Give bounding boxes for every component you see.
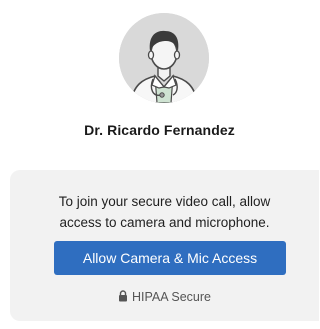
hipaa-secure-badge: HIPAA Secure	[10, 290, 319, 305]
video-call-permission-screen: Dr. Ricardo Fernandez To join your secur…	[0, 0, 319, 329]
permission-message-line-1: To join your secure video call, allow	[58, 194, 271, 209]
allow-camera-mic-button[interactable]: Allow Camera & Mic Access	[54, 241, 286, 275]
permission-message: To join your secure video call, allow ac…	[10, 191, 319, 233]
permission-card: To join your secure video call, allow ac…	[10, 170, 319, 321]
lock-icon	[118, 290, 128, 305]
hipaa-secure-label: HIPAA Secure	[132, 290, 211, 304]
permission-message-line-2: access to camera and microphone.	[59, 215, 270, 230]
doctor-name: Dr. Ricardo Fernandez	[84, 122, 235, 138]
doctor-avatar-icon	[119, 13, 209, 103]
